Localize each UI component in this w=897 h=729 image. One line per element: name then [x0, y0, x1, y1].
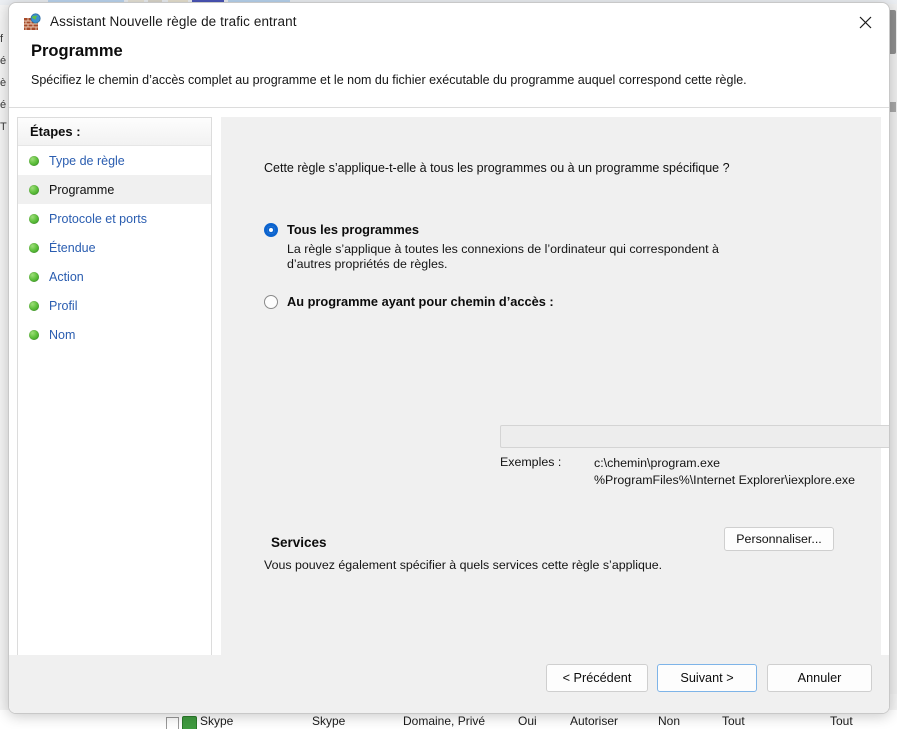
next-button[interactable]: Suivant >	[657, 664, 757, 692]
radio-label-all-programs: Tous les programmes	[287, 222, 420, 237]
sidebar-item-label: Action	[49, 269, 84, 284]
sidebar-item-etendue[interactable]: Étendue	[18, 233, 211, 262]
sidebar-item-label: Protocole et ports	[49, 211, 147, 226]
close-icon[interactable]	[842, 3, 889, 41]
background-cell-program: Tout	[722, 714, 745, 728]
sidebar-item-nom[interactable]: Nom	[18, 320, 211, 349]
step-bullet-icon	[29, 271, 39, 282]
sidebar-item-label: Nom	[49, 327, 76, 342]
new-inbound-rule-wizard-dialog: Assistant Nouvelle règle de trafic entra…	[8, 2, 890, 714]
services-title: Services	[271, 535, 327, 550]
background-cell-action: Autoriser	[570, 714, 619, 728]
radio-option-program-path[interactable]: Au programme ayant pour chemin d’accès :	[264, 294, 554, 309]
previous-button[interactable]: < Précédent	[546, 664, 648, 692]
dialog-title: Assistant Nouvelle règle de trafic entra…	[50, 14, 297, 29]
sidebar-item-label: Profil	[49, 298, 78, 313]
radio-description-all-programs: La règle s’applique à toutes les connexi…	[287, 242, 719, 271]
steps-header: Étapes :	[18, 118, 211, 146]
background-cell-group: Skype	[312, 714, 346, 728]
radio-row[interactable]: Tous les programmes	[264, 222, 757, 237]
sidebar-item-programme[interactable]: Programme	[18, 175, 211, 204]
sidebar-item-label: Étendue	[49, 240, 96, 255]
steps-sidebar: Étapes : Type de règle Programme Protoco…	[17, 117, 212, 706]
sidebar-item-action[interactable]: Action	[18, 262, 211, 291]
examples-values: c:\chemin\program.exe %ProgramFiles%\Int…	[594, 455, 855, 489]
sidebar-item-label: Type de règle	[49, 153, 125, 168]
dialog-footer: < Précédent Suivant > Annuler	[9, 655, 889, 713]
page-title: Programme	[31, 42, 123, 60]
firewall-globe-icon	[23, 13, 42, 32]
step-bullet-icon	[29, 213, 39, 224]
examples-label: Exemples :	[500, 455, 562, 469]
sidebar-item-type-de-regle[interactable]: Type de règle	[18, 146, 211, 175]
radio-label-program-path: Au programme ayant pour chemin d’accès :	[287, 294, 554, 309]
radio-option-all-programs[interactable]: Tous les programmes La règle s’applique …	[264, 222, 757, 272]
step-bullet-icon	[29, 184, 39, 195]
step-bullet-icon	[29, 300, 39, 311]
radio-button-selected-icon[interactable]	[264, 223, 278, 237]
radio-button-unselected-icon[interactable]	[264, 295, 278, 309]
sidebar-item-label: Programme	[49, 182, 115, 197]
content-question: Cette règle s’applique-t-elle à tous les…	[264, 161, 730, 175]
background-row-checkbox	[166, 717, 179, 729]
dialog-titlebar[interactable]: Assistant Nouvelle règle de trafic entra…	[9, 3, 889, 42]
step-bullet-icon	[29, 242, 39, 253]
background-cell-name: Skype	[200, 714, 234, 728]
sidebar-item-profil[interactable]: Profil	[18, 291, 211, 320]
example-line-1: c:\chemin\program.exe	[594, 456, 721, 470]
sidebar-item-protocole-et-ports[interactable]: Protocole et ports	[18, 204, 211, 233]
radio-row[interactable]: Au programme ayant pour chemin d’accès :	[264, 294, 554, 309]
background-rule-cells: Skype Skype Domaine, Privé Oui Autoriser…	[0, 714, 897, 729]
dialog-header: Programme Spécifiez le chemin d’accès co…	[9, 42, 889, 107]
program-path-input[interactable]	[500, 425, 889, 448]
example-line-2: %ProgramFiles%\Internet Explorer\iexplor…	[594, 473, 856, 487]
step-bullet-icon	[29, 155, 39, 166]
step-bullet-icon	[29, 329, 39, 340]
content-panel: Cette règle s’applique-t-elle à tous les…	[221, 117, 889, 706]
background-cell-enabled: Oui	[518, 714, 537, 728]
background-cell-address: Tout	[830, 714, 853, 728]
program-path-row: Parcourir...	[500, 425, 889, 448]
page-subtitle: Spécifiez le chemin d’accès complet au p…	[31, 73, 747, 87]
cancel-button[interactable]: Annuler	[767, 664, 872, 692]
customize-services-button[interactable]: Personnaliser...	[724, 527, 834, 551]
background-cell-override: Non	[658, 714, 681, 728]
dialog-body: Étapes : Type de règle Programme Protoco…	[9, 108, 889, 713]
services-description: Vous pouvez également spécifier à quels …	[264, 558, 663, 572]
background-cell-profile: Domaine, Privé	[403, 714, 486, 728]
background-row-icon	[182, 716, 197, 729]
